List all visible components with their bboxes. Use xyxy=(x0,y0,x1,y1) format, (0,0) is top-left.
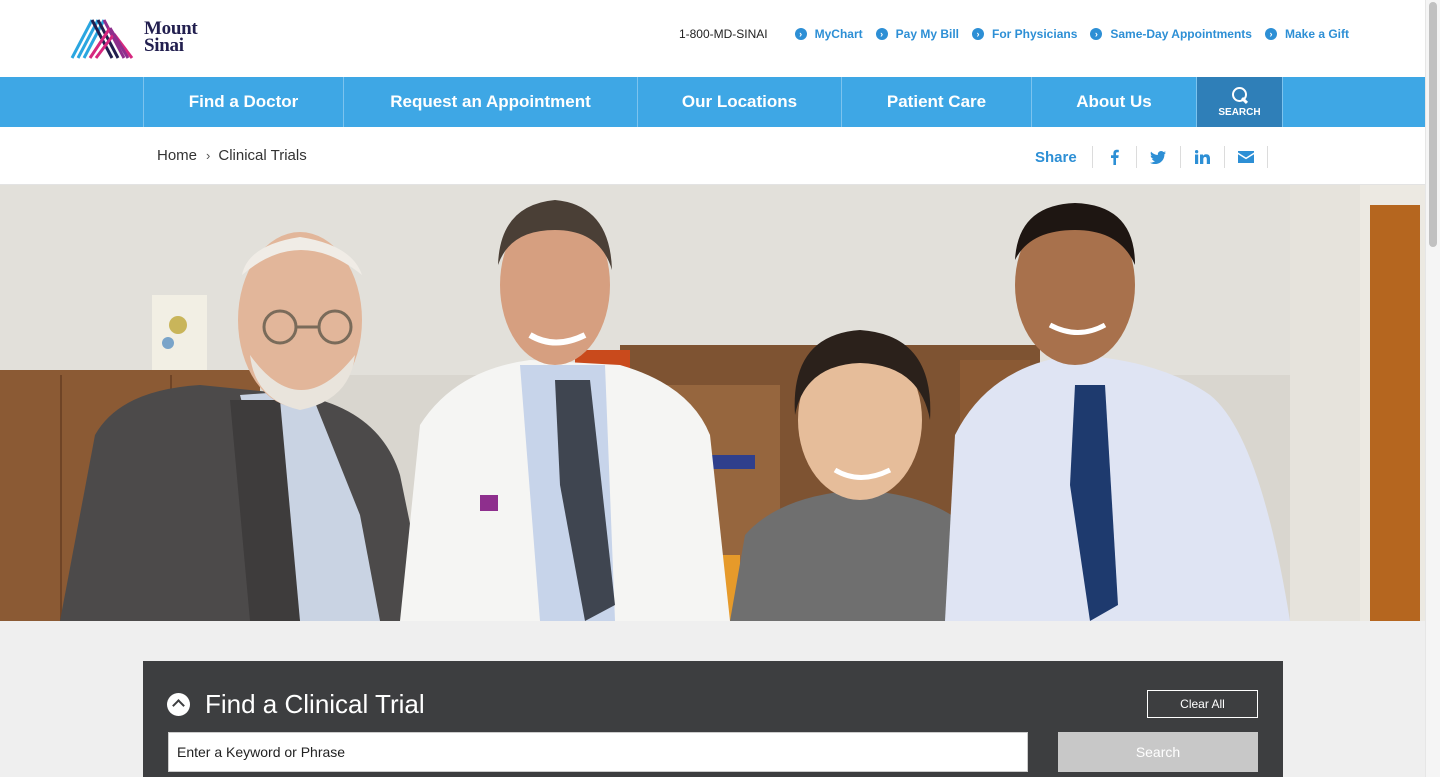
main-nav: Find a Doctor Request an Appointment Our… xyxy=(0,77,1425,127)
search-button[interactable]: Search xyxy=(1058,732,1258,772)
clear-all-button[interactable]: Clear All xyxy=(1147,690,1258,718)
clinical-trial-search-panel: Find a Clinical Trial Clear All Enter a … xyxy=(143,661,1283,777)
main-nav-items: Find a Doctor Request an Appointment Our… xyxy=(143,77,1283,127)
nav-search-label: SEARCH xyxy=(1218,107,1261,118)
twitter-icon[interactable] xyxy=(1135,146,1180,168)
panel-title: Find a Clinical Trial xyxy=(205,689,425,719)
nav-patient-care[interactable]: Patient Care xyxy=(841,77,1031,127)
hero-image xyxy=(0,185,1425,621)
make-a-gift-link[interactable]: › Make a Gift xyxy=(1264,27,1349,41)
chevron-right-circle-icon: › xyxy=(1090,28,1103,40)
pay-my-bill-link-label: Pay My Bill xyxy=(895,27,959,41)
for-physicians-link[interactable]: › For Physicians xyxy=(972,27,1077,41)
chevron-right-icon: › xyxy=(206,148,211,163)
pay-my-bill-link[interactable]: › Pay My Bill xyxy=(875,27,959,41)
for-physicians-link-label: For Physicians xyxy=(992,27,1078,41)
breadcrumb-current: Clinical Trials xyxy=(218,147,307,164)
make-a-gift-link-label: Make a Gift xyxy=(1284,27,1349,41)
mount-sinai-logo[interactable]: Mount Sinai xyxy=(70,14,198,60)
nav-request-appointment[interactable]: Request an Appointment xyxy=(343,77,637,127)
chevron-right-circle-icon: › xyxy=(875,28,888,40)
scrollbar-thumb[interactable] xyxy=(1429,2,1437,247)
breadcrumb-home[interactable]: Home xyxy=(157,147,197,164)
email-icon[interactable] xyxy=(1223,146,1268,168)
chevron-up-circle-icon[interactable] xyxy=(167,693,190,716)
facebook-icon[interactable] xyxy=(1091,146,1136,168)
logo-line-2: Sinai xyxy=(144,35,184,56)
breadcrumb: Home › Clinical Trials xyxy=(157,147,307,164)
nav-about-us[interactable]: About Us xyxy=(1031,77,1196,127)
mychart-link[interactable]: › MyChart xyxy=(794,27,863,41)
linkedin-icon[interactable] xyxy=(1179,146,1224,168)
share-label: Share xyxy=(1035,148,1077,166)
nav-find-a-doctor[interactable]: Find a Doctor xyxy=(143,77,343,127)
page-scrollbar[interactable] xyxy=(1425,0,1440,777)
hero-photo-doctors xyxy=(0,185,1425,621)
share-bar: Share xyxy=(1035,146,1268,168)
logo-wordmark: Mount Sinai xyxy=(144,19,198,56)
breadcrumb-bar: Home › Clinical Trials Share xyxy=(0,127,1425,185)
same-day-appointments-link-label: Same-Day Appointments xyxy=(1110,27,1252,41)
utility-links: 1-800-MD-SINAI › MyChart › Pay My Bill › Fo… xyxy=(679,27,1349,41)
nav-our-locations[interactable]: Our Locations xyxy=(637,77,841,127)
logo-mark-icon xyxy=(70,19,134,59)
top-utility-bar: Mount Sinai 1-800-MD-SINAI › MyChart › Pay… xyxy=(0,0,1425,77)
nav-search-button[interactable]: SEARCH xyxy=(1196,77,1283,127)
same-day-appointments-link[interactable]: › Same-Day Appointments xyxy=(1090,27,1252,41)
phone-number[interactable]: 1-800-MD-SINAI xyxy=(679,27,768,41)
chevron-right-circle-icon: › xyxy=(794,28,807,40)
chevron-right-circle-icon: › xyxy=(1264,28,1277,40)
chevron-right-circle-icon: › xyxy=(972,28,984,40)
keyword-input[interactable]: Enter a Keyword or Phrase xyxy=(168,732,1028,772)
mychart-link-label: MyChart xyxy=(814,27,863,41)
search-icon xyxy=(1231,86,1249,104)
